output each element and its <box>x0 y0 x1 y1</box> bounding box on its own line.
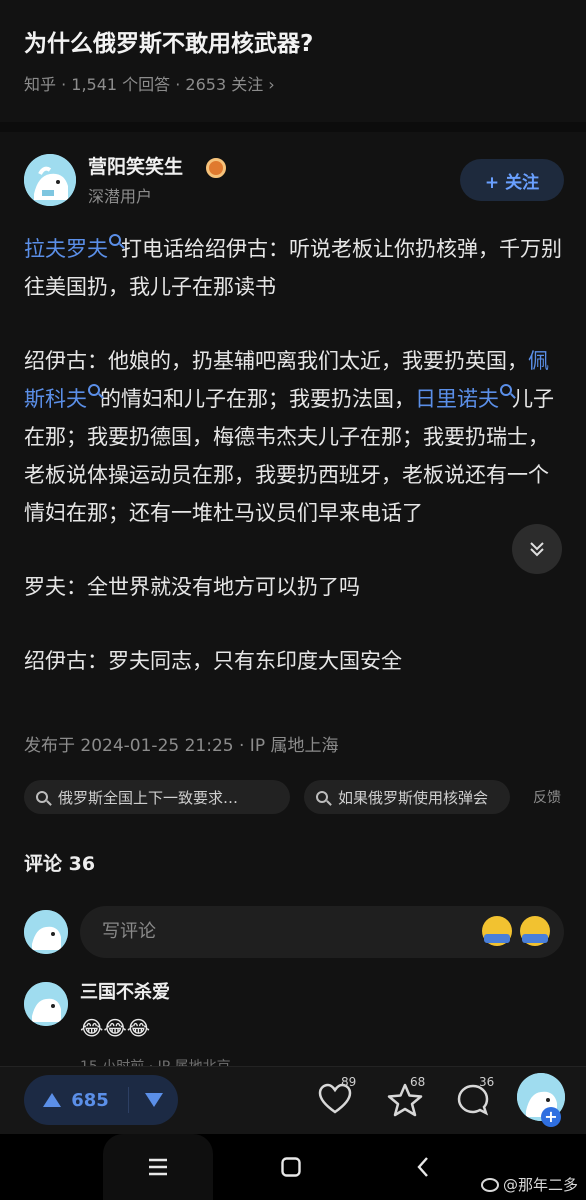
feedback-link[interactable]: 反馈 <box>533 787 561 807</box>
upvote-button[interactable]: 685 <box>24 1075 128 1125</box>
home-icon <box>281 1157 301 1177</box>
downvote-button[interactable] <box>130 1075 178 1125</box>
comment-composer: 写评论 <box>24 906 564 958</box>
related-searches: 俄罗斯全国上下一致要求… 如果俄罗斯使用核弹会 反馈 <box>24 780 586 816</box>
search-icon <box>316 791 328 803</box>
upvote-count: 685 <box>71 1089 109 1111</box>
comment-count: 36 <box>479 1075 495 1089</box>
emoji-icon[interactable] <box>520 916 550 946</box>
answer-content: 拉夫罗夫 打电话给绍伊古：听说老板让你扔核弹，千万别往美国扔，我儿子在那读书 绍伊… <box>24 230 564 716</box>
like-count: 89 <box>341 1075 357 1089</box>
scroll-down-button[interactable] <box>512 524 562 574</box>
avatar[interactable] <box>24 982 68 1026</box>
follow-button[interactable]: + 关注 <box>460 159 564 201</box>
answer-paragraph: 拉夫罗夫 打电话给绍伊古：听说老板让你扔核弹，千万别往美国扔，我儿子在那读书 <box>24 230 564 306</box>
entity-link[interactable]: 日里诺夫 <box>415 384 512 411</box>
triangle-down-icon <box>145 1093 163 1107</box>
question-title[interactable]: 为什么俄罗斯不敢用核武器? <box>24 28 564 60</box>
watermark: @那年二多 <box>480 1174 578 1195</box>
vote-separator <box>128 1087 129 1113</box>
comment-text: 😂😂😂 <box>80 1016 151 1040</box>
answer-paragraph: 绍伊古：罗夫同志，只有东印度大国安全 <box>24 649 402 673</box>
search-icon <box>500 384 512 396</box>
entity-link[interactable]: 拉夫罗夫 <box>24 234 121 261</box>
commenter-name[interactable]: 三国不杀爱 <box>80 980 170 1006</box>
favorite-count: 68 <box>410 1075 426 1089</box>
chevron-down-icon <box>530 542 544 557</box>
home-button[interactable] <box>236 1134 346 1200</box>
vote-group: 685 <box>24 1075 178 1125</box>
comment-button[interactable]: 36 <box>452 1075 498 1123</box>
publish-info: 发布于 2024-01-25 21:25 · IP 属地上海 <box>24 736 339 756</box>
search-icon <box>109 234 121 246</box>
related-search-chip[interactable]: 俄罗斯全国上下一致要求… <box>24 780 290 814</box>
search-icon <box>88 384 100 396</box>
back-icon <box>417 1157 428 1177</box>
weibo-icon <box>480 1177 499 1192</box>
creator-badge-icon <box>206 158 226 178</box>
search-icon <box>36 791 48 803</box>
emoji-icon[interactable] <box>482 916 512 946</box>
answer-paragraph: 绍伊古：他娘的，扔基辅吧离我们太近，我要扔英国，佩斯科夫 的情妇和儿子在那；我要扔… <box>24 349 554 525</box>
triangle-up-icon <box>43 1093 62 1107</box>
action-bar: 685 89 68 36 + <box>0 1066 586 1134</box>
author-name[interactable]: 营阳笑笑生 <box>88 154 183 180</box>
answer-paragraph: 罗夫：全世界就没有地方可以扔了吗 <box>24 575 360 599</box>
back-button[interactable] <box>368 1134 478 1200</box>
question-header: 为什么俄罗斯不敢用核武器? 知乎 · 1,541 个回答 · 2653 关注 › <box>0 0 586 122</box>
question-meta[interactable]: 知乎 · 1,541 个回答 · 2653 关注 › <box>24 74 275 96</box>
watermark-text: @那年二多 <box>502 1176 578 1194</box>
author-subtitle: 深潜用户 <box>88 187 153 206</box>
section-divider <box>0 122 586 132</box>
author-block: 营阳笑笑生 深潜用户 + 关注 <box>24 152 564 212</box>
favorite-button[interactable]: 68 <box>383 1075 429 1123</box>
recents-button[interactable] <box>103 1134 213 1200</box>
plus-icon: + <box>541 1107 561 1127</box>
comment-item: 三国不杀爱 😂😂😂 15 小时前 · IP 属地北京 <box>24 978 564 1075</box>
avatar <box>24 910 68 954</box>
author-avatar[interactable] <box>24 154 76 206</box>
avatar[interactable]: + <box>517 1073 565 1127</box>
menu-icon <box>149 1158 167 1176</box>
related-search-chip[interactable]: 如果俄罗斯使用核弹会 <box>304 780 510 814</box>
like-button[interactable]: 89 <box>314 1075 360 1123</box>
comments-title: 评论 36 <box>24 853 96 875</box>
